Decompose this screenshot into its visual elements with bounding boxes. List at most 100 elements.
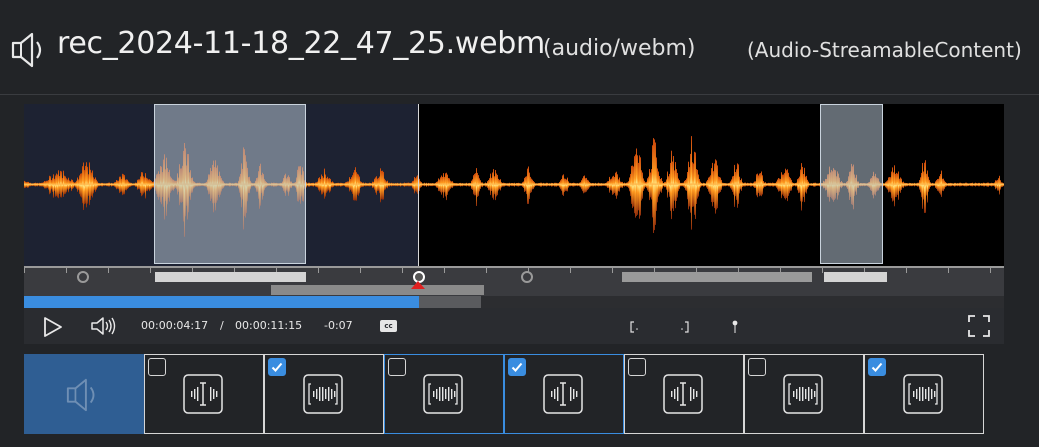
waveform-sample bbox=[784, 173, 785, 199]
thumbnail-checkbox[interactable] bbox=[508, 358, 526, 376]
waveform-sample bbox=[639, 155, 640, 219]
waveform-sample bbox=[636, 148, 637, 216]
waveform-sample bbox=[888, 177, 889, 193]
timeline-ruler[interactable] bbox=[24, 266, 1004, 296]
fullscreen-icon[interactable] bbox=[968, 315, 990, 337]
waveform-sample bbox=[496, 173, 497, 197]
waveform-sample bbox=[903, 181, 904, 189]
waveform-sample bbox=[621, 181, 622, 188]
waveform-sample bbox=[494, 176, 495, 195]
waveform-sample bbox=[622, 181, 623, 188]
waveform-sample bbox=[783, 174, 784, 197]
waveform-sample bbox=[804, 167, 805, 203]
waveform-sample bbox=[76, 180, 77, 189]
waveform-sample bbox=[590, 182, 591, 187]
waveform-sample bbox=[377, 178, 378, 191]
waveform-sample bbox=[676, 169, 677, 201]
waveform-sample bbox=[891, 171, 892, 199]
waveform-sample bbox=[447, 174, 448, 195]
waveform-sample bbox=[529, 172, 530, 199]
waveform-sample bbox=[759, 173, 760, 197]
waveform-sample bbox=[632, 165, 633, 209]
play-icon[interactable] bbox=[43, 316, 63, 338]
chapter-marker[interactable] bbox=[77, 271, 89, 283]
waveform-sample bbox=[938, 178, 939, 192]
thumbnail-checkbox[interactable] bbox=[148, 358, 166, 376]
checkmark-icon bbox=[871, 362, 883, 372]
thumbnail-waveform-bracket[interactable] bbox=[384, 354, 504, 434]
waveform-sample bbox=[144, 177, 145, 193]
waveform-sample bbox=[694, 151, 695, 215]
waveform-sample bbox=[137, 179, 138, 190]
waveform-sample bbox=[685, 180, 686, 191]
waveform-sample bbox=[362, 182, 363, 187]
thumbnail-waveform-bracket[interactable] bbox=[864, 354, 984, 434]
volume-icon[interactable] bbox=[91, 317, 117, 335]
segment-bar[interactable] bbox=[155, 272, 306, 282]
ruler-tick bbox=[402, 268, 403, 273]
waveform-sample bbox=[900, 177, 901, 193]
waveform-sample bbox=[714, 163, 715, 209]
mark-out-icon[interactable] bbox=[679, 321, 689, 333]
waveform-sample bbox=[476, 168, 477, 206]
waveform-sample bbox=[710, 175, 711, 195]
speaker-icon bbox=[66, 378, 95, 412]
thumbnail-checkbox[interactable] bbox=[268, 358, 286, 376]
waveform-sample bbox=[703, 182, 704, 187]
audio-trim-icon bbox=[183, 374, 223, 414]
waveform-sample bbox=[801, 163, 802, 211]
segment-bar[interactable] bbox=[824, 272, 887, 282]
waveform-sample bbox=[675, 162, 676, 209]
waveform-sample bbox=[436, 181, 437, 188]
waveform-sample bbox=[695, 152, 696, 219]
thumbnail-checkbox[interactable] bbox=[388, 358, 406, 376]
thumbnail-checkbox[interactable] bbox=[748, 358, 766, 376]
waveform-sample bbox=[718, 176, 719, 194]
segment-bar[interactable] bbox=[622, 272, 812, 282]
thumbnail-checkbox[interactable] bbox=[868, 358, 886, 376]
waveform-sample bbox=[780, 178, 781, 192]
thumbnail-waveform-trim[interactable] bbox=[624, 354, 744, 434]
selection-region-2[interactable] bbox=[820, 104, 883, 264]
waveform-sample bbox=[551, 182, 552, 187]
audio-bracket-icon bbox=[303, 374, 343, 414]
speaker-icon bbox=[11, 32, 42, 68]
thumbnail-checkbox[interactable] bbox=[628, 358, 646, 376]
waveform-sample bbox=[646, 181, 647, 189]
mark-in-icon[interactable] bbox=[630, 321, 640, 333]
closed-captions-icon[interactable]: cc bbox=[380, 320, 397, 332]
waveform-sample bbox=[306, 182, 307, 188]
waveform-sample bbox=[27, 181, 28, 188]
waveform-sample bbox=[313, 182, 314, 187]
waveform-sample bbox=[149, 179, 150, 192]
waveform-sample bbox=[813, 182, 814, 187]
waveform-sample bbox=[711, 168, 712, 203]
progress-bar[interactable] bbox=[24, 296, 1004, 308]
waveform-display[interactable] bbox=[24, 104, 1004, 266]
waveform-sample bbox=[806, 175, 807, 194]
thumbnail-waveform-bracket[interactable] bbox=[264, 354, 384, 434]
waveform-sample bbox=[501, 182, 502, 188]
marker-pin-icon[interactable] bbox=[731, 320, 739, 334]
waveform-sample bbox=[564, 178, 565, 192]
thumbnail-waveform-trim[interactable] bbox=[504, 354, 624, 434]
waveform-sample bbox=[68, 177, 69, 193]
thumbnail-waveform-bracket[interactable] bbox=[744, 354, 864, 434]
thumbnail-audio-preview[interactable] bbox=[24, 354, 144, 434]
thumbnail-waveform-trim[interactable] bbox=[144, 354, 264, 434]
waveform-sample bbox=[698, 174, 699, 197]
waveform-sample bbox=[492, 172, 493, 198]
playhead-marker[interactable] bbox=[411, 281, 425, 289]
chapter-marker[interactable] bbox=[521, 271, 533, 283]
waveform-sample bbox=[414, 177, 415, 194]
waveform-sample bbox=[563, 174, 564, 196]
waveform-sample bbox=[757, 173, 758, 198]
waveform-sample bbox=[385, 180, 386, 190]
waveform-sample bbox=[64, 175, 65, 195]
waveform-sample bbox=[128, 181, 129, 189]
selection-region-1[interactable] bbox=[154, 104, 306, 264]
waveform-sample bbox=[778, 178, 779, 192]
waveform-sample bbox=[121, 178, 122, 192]
waveform-sample bbox=[323, 177, 324, 193]
segment-bar-lower[interactable] bbox=[271, 285, 484, 295]
